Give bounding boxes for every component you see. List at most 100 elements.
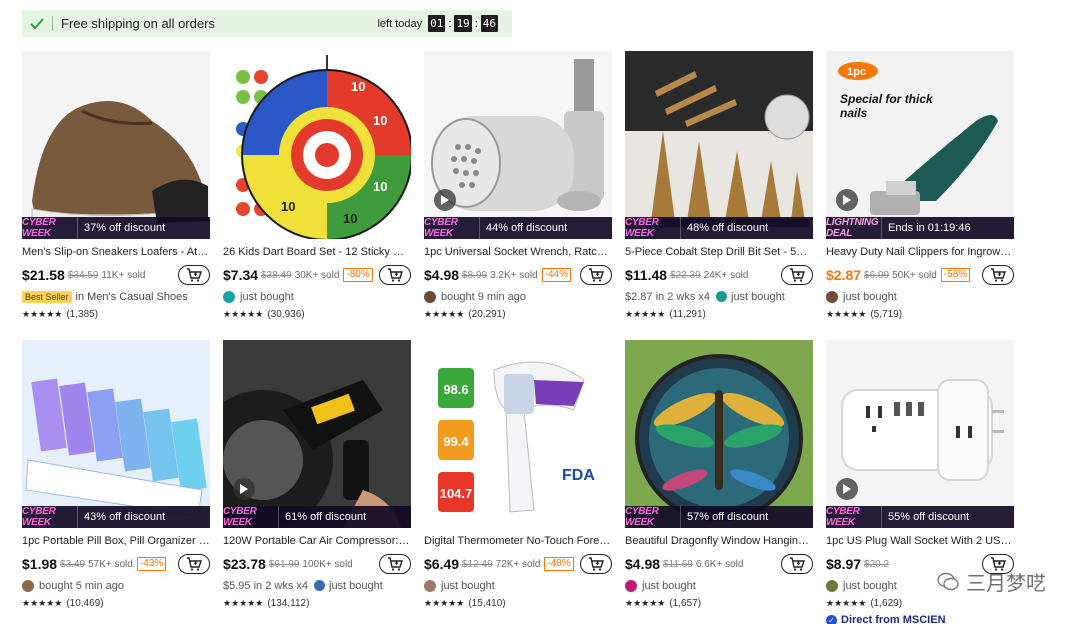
product-card-air-compressor[interactable]: CYBER WEEK 61% off discount 120W Portabl… bbox=[223, 340, 411, 624]
review-count: (11,291) bbox=[669, 308, 706, 320]
sold-count: 100K+ sold bbox=[302, 558, 353, 570]
add-to-cart-button[interactable] bbox=[379, 265, 411, 285]
price: $1.98 bbox=[22, 556, 58, 572]
product-image[interactable]: CYBER WEEK 48% off discount bbox=[625, 51, 813, 239]
cart-icon bbox=[388, 268, 403, 282]
product-image[interactable]: CYBER WEEK 37% off discount bbox=[22, 51, 210, 239]
star-rating-icon: ★★★★★ bbox=[223, 597, 264, 608]
add-to-cart-button[interactable] bbox=[781, 554, 813, 574]
promo-text: 44% off discount bbox=[486, 222, 568, 234]
product-card-dragonfly-suncatcher[interactable]: CYBER WEEK 57% off discount Beautiful Dr… bbox=[625, 340, 813, 624]
buyer-avatar bbox=[424, 290, 436, 303]
product-title[interactable]: Heavy Duty Nail Clippers for Ingrown Thi… bbox=[826, 245, 1014, 259]
promo-text: 37% off discount bbox=[84, 222, 166, 234]
rating-row: ★★★★★ (11,291) bbox=[625, 307, 813, 321]
add-to-cart-button[interactable] bbox=[781, 265, 813, 285]
price-row: $1.98 $3.49 57K+ sold -43% bbox=[22, 554, 210, 574]
add-to-cart-button[interactable] bbox=[178, 265, 210, 285]
buyer-avatar bbox=[826, 290, 838, 303]
product-title[interactable]: 1pc US Plug Wall Socket With 2 USB Ports bbox=[826, 534, 1014, 548]
promo-strip: CYBER WEEK 43% off discount bbox=[22, 506, 210, 528]
recent-purchase-row: just bought bbox=[424, 578, 612, 593]
product-title[interactable]: Digital Thermometer No-Touch Forehead bbox=[424, 534, 612, 548]
old-price: $20.2 bbox=[864, 558, 890, 570]
product-title[interactable]: Beautiful Dragonfly Window Hanging Sunca… bbox=[625, 534, 813, 548]
review-count: (1,385) bbox=[66, 308, 99, 320]
old-price: $11.69 bbox=[663, 558, 693, 570]
star-rating-icon: ★★★★★ bbox=[22, 308, 63, 319]
play-video-icon[interactable] bbox=[836, 189, 858, 211]
add-to-cart-button[interactable] bbox=[379, 554, 411, 574]
price: $8.97 bbox=[826, 556, 862, 572]
add-to-cart-button[interactable] bbox=[178, 554, 210, 574]
watermark: 三月梦呓 bbox=[936, 567, 1046, 596]
checkmark-icon bbox=[22, 10, 52, 37]
cart-icon bbox=[589, 557, 604, 571]
product-title[interactable]: 1pc Portable Pill Box, Pill Organizer 7 … bbox=[22, 534, 210, 548]
product-image[interactable]: CYBER WEEK 57% off discount bbox=[625, 340, 813, 528]
rating-row: ★★★★★ (1,629) bbox=[826, 596, 1014, 610]
play-video-icon[interactable] bbox=[836, 478, 858, 500]
product-image[interactable]: CYBER WEEK 55% off discount bbox=[826, 340, 1014, 528]
discount-badge: -58% bbox=[940, 268, 971, 282]
product-title[interactable]: 1pc Universal Socket Wrench, Ratchet Too… bbox=[424, 245, 612, 259]
product-card-drill-bits[interactable]: CYBER WEEK 48% off discount 5-Piece Coba… bbox=[625, 51, 813, 340]
star-rating-icon: ★★★★★ bbox=[22, 597, 63, 608]
review-count: (20,291) bbox=[468, 308, 506, 320]
cyber-week-badge: CYBER WEEK bbox=[22, 217, 78, 239]
shipping-estimate: $2.87 in 2 wks x4 bbox=[625, 290, 710, 303]
product-card-pill-box[interactable]: CYBER WEEK 43% off discount 1pc Portable… bbox=[22, 340, 210, 624]
product-title[interactable]: Men's Slip-on Sneakers Loafers - Athleti… bbox=[22, 245, 210, 259]
add-to-cart-button[interactable] bbox=[580, 265, 612, 285]
recent-purchase-text: just bought bbox=[843, 290, 897, 303]
product-grid: CYBER WEEK 37% off discount Men's Slip-o… bbox=[22, 51, 1014, 624]
price-row: $6.49 $12.49 72K+ sold -48% bbox=[424, 554, 612, 574]
sold-count: 11K+ sold bbox=[101, 269, 146, 281]
product-image[interactable]: 98.6 99.4 104.7 FDA bbox=[424, 340, 612, 528]
product-card-dartboard[interactable]: 10 10 10 10 10 26 Kids Dart Board Set - … bbox=[223, 51, 411, 340]
promo-strip: CYBER WEEK 57% off discount bbox=[625, 506, 813, 528]
product-image[interactable]: CYBER WEEK 61% off discount bbox=[223, 340, 411, 528]
direct-seller-row[interactable]: ✓ Direct from MSCIEN bbox=[826, 614, 1014, 624]
add-to-cart-button[interactable] bbox=[580, 554, 612, 574]
rating-row: ★★★★★ (134,112) bbox=[223, 596, 411, 610]
product-title[interactable]: 5-Piece Cobalt Step Drill Bit Set - 50 S… bbox=[625, 245, 813, 259]
promo-text: 48% off discount bbox=[687, 222, 769, 234]
recent-purchase-text: just bought bbox=[843, 579, 897, 592]
promo-strip: CYBER WEEK 37% off discount bbox=[22, 217, 210, 239]
svg-text:10: 10 bbox=[343, 211, 357, 226]
cart-icon bbox=[790, 557, 805, 571]
discount-badge: -43% bbox=[136, 557, 167, 571]
buyer-avatar bbox=[22, 579, 34, 592]
product-card-sneakers[interactable]: CYBER WEEK 37% off discount Men's Slip-o… bbox=[22, 51, 210, 340]
discount-badge: -80% bbox=[343, 268, 373, 282]
old-price: $34.59 bbox=[67, 269, 99, 281]
product-image[interactable]: CYBER WEEK 44% off discount bbox=[424, 51, 612, 239]
star-rating-icon: ★★★★★ bbox=[826, 597, 867, 608]
cyber-week-badge: CYBER WEEK bbox=[625, 217, 681, 239]
best-seller-row: Best Seller in Men's Casual Shoes bbox=[22, 289, 210, 304]
product-title[interactable]: 120W Portable Car Air Compressor: Tire I… bbox=[223, 534, 411, 548]
star-rating-icon: ★★★★★ bbox=[424, 597, 465, 608]
product-image[interactable]: 1pc Special for thick nails LIGHTNING DE… bbox=[826, 51, 1014, 239]
wechat-icon bbox=[937, 572, 959, 590]
play-video-icon[interactable] bbox=[233, 478, 255, 500]
best-seller-category[interactable]: in Men's Casual Shoes bbox=[76, 291, 188, 303]
product-card-socket-wrench[interactable]: CYBER WEEK 44% off discount 1pc Universa… bbox=[424, 51, 612, 340]
promo-strip: CYBER WEEK 55% off discount bbox=[826, 506, 1014, 528]
free-shipping-text: Free shipping on all orders bbox=[61, 16, 215, 31]
play-video-icon[interactable] bbox=[434, 189, 456, 211]
add-to-cart-button[interactable] bbox=[982, 265, 1014, 285]
old-price: $12.49 bbox=[462, 558, 493, 570]
discount-badge: -48% bbox=[544, 557, 574, 571]
rating-row: ★★★★★ (1,657) bbox=[625, 596, 813, 610]
product-title[interactable]: 26 Kids Dart Board Set - 12 Sticky Balls… bbox=[223, 245, 411, 259]
product-card-thermometer[interactable]: 98.6 99.4 104.7 FDA Digital Thermometer … bbox=[424, 340, 612, 624]
product-image[interactable]: CYBER WEEK 43% off discount bbox=[22, 340, 210, 528]
old-price: $3.49 bbox=[60, 558, 86, 570]
product-image[interactable]: 10 10 10 10 10 bbox=[223, 51, 411, 239]
recent-purchase-row: just bought bbox=[826, 289, 1014, 304]
price-row: $2.87 $6.99 50K+ sold -58% bbox=[826, 265, 1014, 285]
verified-check-icon: ✓ bbox=[826, 614, 837, 624]
product-card-nail-clippers[interactable]: 1pc Special for thick nails LIGHTNING DE… bbox=[826, 51, 1014, 340]
